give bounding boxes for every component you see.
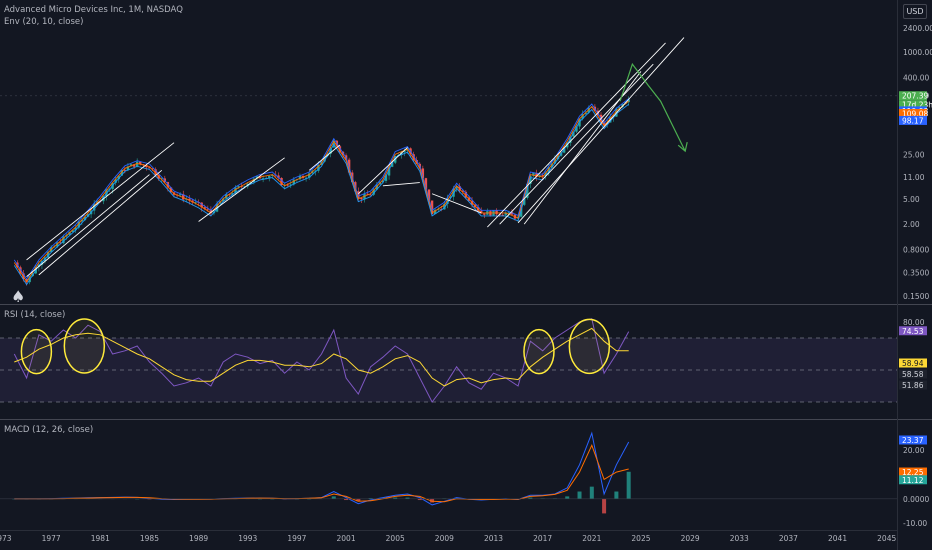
macd-histogram-bar xyxy=(626,471,631,499)
trend-channel-line xyxy=(487,42,666,228)
time-tick-label: 2041 xyxy=(828,534,847,543)
svg-text:51.86: 51.86 xyxy=(902,381,924,390)
trend-channel-line xyxy=(517,37,685,224)
price-tick-label: 2.00 xyxy=(903,220,920,229)
price-tick-label: 0.1500 xyxy=(903,292,929,301)
trend-channel-line xyxy=(38,169,163,276)
time-tick-label: 2013 xyxy=(484,534,503,543)
macd-line xyxy=(14,431,630,506)
macd-tick-label: -10.00 xyxy=(903,519,927,528)
macd-indicator-label[interactable]: MACD (12, 26, close) xyxy=(4,425,93,435)
macd-histogram-bar xyxy=(602,498,607,514)
macd-histogram-bar xyxy=(331,496,336,499)
macd-value-label: 23.37 xyxy=(899,435,927,445)
trend-channel-line xyxy=(523,71,642,225)
time-tick-label: 1981 xyxy=(91,534,110,543)
svg-text:207.39: 207.39 xyxy=(902,92,928,101)
candle-body xyxy=(483,213,486,215)
highlight-circle xyxy=(523,328,555,375)
price-tick-label: 5.00 xyxy=(903,195,920,204)
time-tick-label: 1989 xyxy=(189,534,208,543)
tradingview-logo-icon: ♠ xyxy=(11,287,25,306)
envelope-lower-label: 98.17 xyxy=(899,115,927,125)
chart-canvas[interactable]: 1973 1977 1981 1985 1989 1993 1997 2001 2005 2009… xyxy=(0,0,932,550)
trend-channel-line xyxy=(431,193,482,214)
time-tick-label: 1977 xyxy=(42,534,61,543)
macd-histogram-bar xyxy=(614,491,619,499)
trend-channel-line xyxy=(308,144,341,171)
macd-histogram-bar xyxy=(589,486,594,499)
time-tick-label: 2001 xyxy=(337,534,356,543)
price-tick-label: 0.3500 xyxy=(903,268,929,277)
time-tick-label: 1973 xyxy=(0,534,12,543)
trend-channel-line xyxy=(198,157,285,222)
time-tick-label: 2025 xyxy=(631,534,650,543)
svg-text:98.17: 98.17 xyxy=(902,116,924,125)
time-tick-label: 2033 xyxy=(730,534,749,543)
time-tick-label: 1985 xyxy=(140,534,159,543)
last-price-label: 207.39 xyxy=(899,91,928,101)
rsi-value-label: 74.53 xyxy=(899,326,927,336)
macd-signal-line xyxy=(14,443,629,503)
time-tick-label: 2017 xyxy=(533,534,552,543)
price-tick-label: 2400.00 xyxy=(903,24,932,33)
time-tick-label: 2021 xyxy=(582,534,601,543)
time-tick-label: 1997 xyxy=(287,534,306,543)
trend-channel-line xyxy=(382,182,420,187)
highlight-circle xyxy=(63,318,106,374)
rsi-lower-band-label: 51.86 xyxy=(899,380,927,390)
svg-text:11.12: 11.12 xyxy=(902,476,924,485)
time-tick-label: 2009 xyxy=(435,534,454,543)
rsi-indicator-label[interactable]: RSI (14, close) xyxy=(4,310,65,320)
time-tick-label: 2029 xyxy=(681,534,700,543)
candle-body xyxy=(495,210,498,215)
price-tick-label: 25.00 xyxy=(903,150,925,159)
trend-channel-line xyxy=(26,174,150,277)
macd-tick-label: 20.00 xyxy=(903,446,925,455)
time-tick-label: 2037 xyxy=(779,534,798,543)
svg-text:58.58: 58.58 xyxy=(902,370,924,379)
svg-text:74.53: 74.53 xyxy=(902,327,924,336)
rsi-ma-value-label: 58.94 xyxy=(899,358,927,368)
macd-histogram-bar xyxy=(577,491,582,499)
svg-text:58.94: 58.94 xyxy=(902,359,924,368)
rsi-tick-label: 80.00 xyxy=(903,318,925,327)
macd-tick-label: 0.0000 xyxy=(903,495,929,504)
forecast-arrow-line xyxy=(619,62,686,152)
time-tick-label: 1993 xyxy=(238,534,257,543)
svg-text:23.37: 23.37 xyxy=(902,436,924,445)
macd-histogram xyxy=(12,471,631,514)
rsi-upper-band-label: 58.58 xyxy=(899,369,927,379)
price-tick-label: 0.8000 xyxy=(903,246,929,255)
price-tick-label: 400.00 xyxy=(903,74,929,83)
trend-channel-line xyxy=(499,63,654,225)
time-tick-label: 2045 xyxy=(877,534,896,543)
trend-channel-line xyxy=(358,147,408,195)
macd-histogram-bar xyxy=(565,496,570,499)
currency-button[interactable]: USD xyxy=(903,4,927,19)
chart-title: Advanced Micro Devices Inc, 1M, NASDAQ xyxy=(4,5,183,15)
trend-channel-line xyxy=(26,142,175,261)
price-tick-label: 1000.00 xyxy=(903,48,932,57)
time-tick-label: 2005 xyxy=(386,534,405,543)
price-tick-label: 11.00 xyxy=(903,173,925,182)
macd-histogram-value-label: 11.12 xyxy=(899,475,927,485)
highlight-circle xyxy=(20,328,53,375)
env-indicator-label[interactable]: Env (20, 10, close) xyxy=(4,17,83,27)
highlight-circle xyxy=(568,318,611,375)
